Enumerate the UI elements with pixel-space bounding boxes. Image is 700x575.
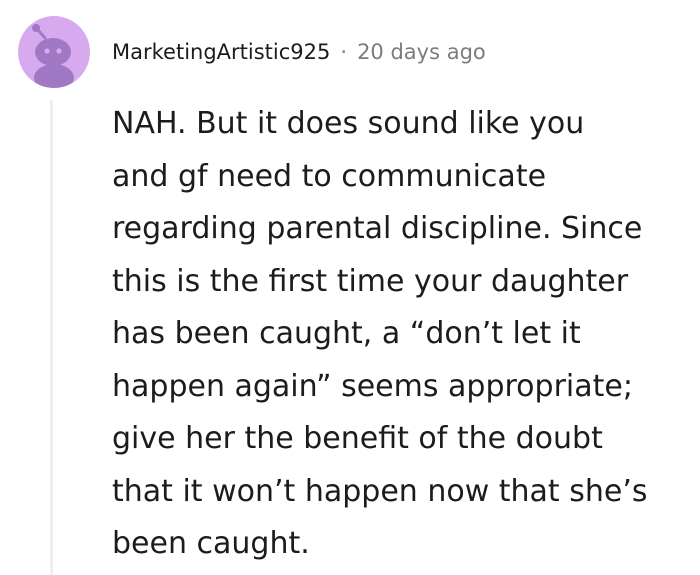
avatar[interactable] [18, 16, 90, 88]
timestamp[interactable]: 20 days ago [357, 40, 486, 64]
comment-body-line: been caught. [112, 526, 310, 561]
comment-body-line: and gf need to communicate [112, 158, 547, 194]
snoo-avatar-icon [32, 24, 74, 88]
comment: MarketingArtistic925 · 20 days ago NAH. … [0, 0, 700, 575]
comment-body-line: give her the benefit of the doubt [112, 421, 603, 456]
comment-body-line: has been caught, a “don’t let it [112, 316, 581, 351]
comment-body-line: regarding parental discipline. Since [112, 211, 643, 246]
comment-body: NAH. But it does sound like you and gf n… [112, 98, 698, 571]
comment-header: MarketingArtistic925 · 20 days ago [112, 34, 486, 70]
comment-body-line: happen again” seems appropriate; [112, 368, 633, 404]
username-link[interactable]: MarketingArtistic925 [112, 40, 330, 64]
separator-dot: · [340, 40, 348, 64]
comment-body-line: this is the first time your daughter [112, 263, 629, 299]
comment-body-line: NAH. But it does sound like you [112, 106, 585, 141]
comment-body-line: that it won’t happen now that she’s [112, 473, 648, 509]
thread-collapse-line[interactable] [50, 100, 53, 575]
